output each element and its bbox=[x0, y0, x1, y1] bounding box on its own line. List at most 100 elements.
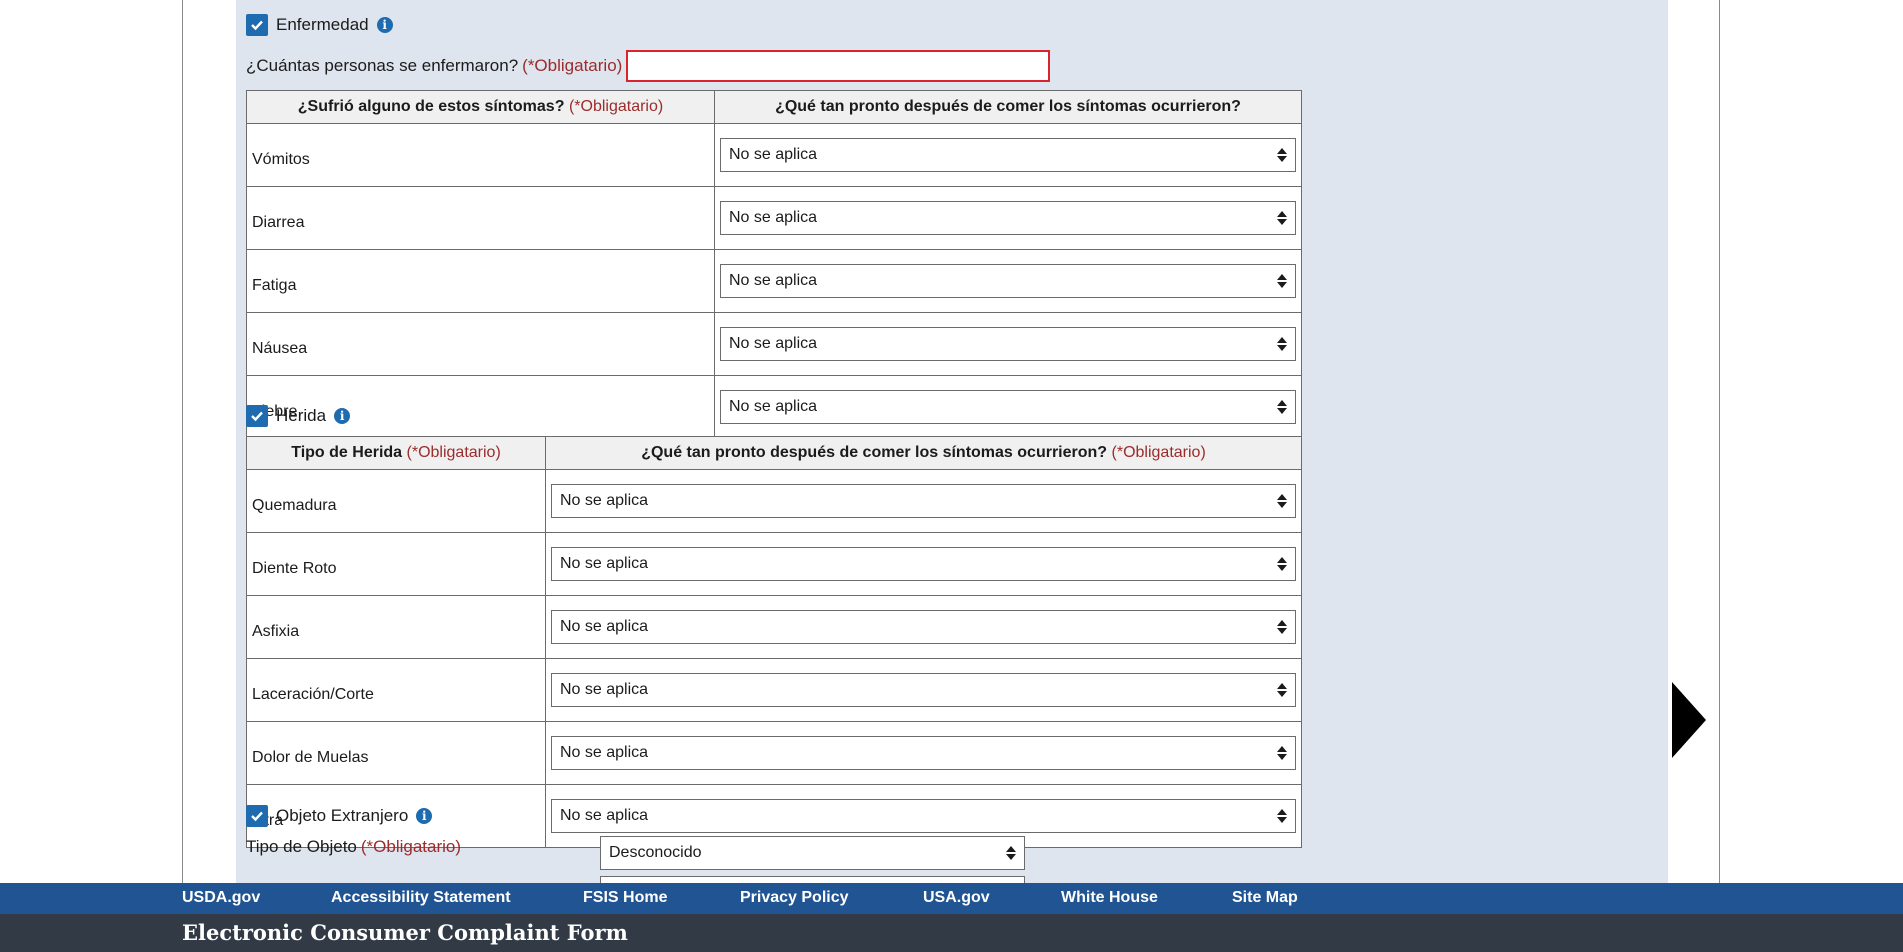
table-row: Dolor de Muelas No se aplica bbox=[246, 721, 1302, 785]
row-label: Diarrea bbox=[246, 186, 715, 250]
row-select-cell: No se aplica bbox=[545, 469, 1302, 533]
checkmark-icon bbox=[251, 20, 263, 31]
select-arrows-icon bbox=[1006, 846, 1016, 860]
row-select-cell: No se aplica bbox=[714, 123, 1302, 187]
timing-select[interactable]: No se aplica bbox=[720, 201, 1296, 235]
timing-header: ¿Qué tan pronto después de comer los sín… bbox=[714, 90, 1302, 124]
timing-select-value: No se aplica bbox=[560, 555, 649, 572]
select-arrows-icon bbox=[1277, 809, 1287, 823]
row-label: Vómitos bbox=[246, 123, 715, 187]
row-select-cell: No se aplica bbox=[714, 375, 1302, 439]
timing-select-value: No se aplica bbox=[729, 146, 818, 163]
table-row: Fiebre No se aplica bbox=[246, 375, 1302, 439]
timing-select[interactable]: No se aplica bbox=[551, 799, 1296, 833]
injury-checkbox[interactable] bbox=[246, 405, 268, 427]
foreign-object-checkbox[interactable] bbox=[246, 805, 268, 827]
row-label: Dolor de Muelas bbox=[246, 721, 546, 785]
people-sick-input[interactable] bbox=[626, 50, 1051, 82]
row-select-cell: No se aplica bbox=[714, 186, 1302, 250]
footer-title: Electronic Consumer Complaint Form bbox=[182, 920, 628, 945]
timing-select[interactable]: No se aplica bbox=[720, 390, 1296, 424]
timing-select-value: No se aplica bbox=[560, 744, 649, 761]
table-row: Quemadura No se aplica bbox=[246, 469, 1302, 533]
table-row: Vómitos No se aplica bbox=[246, 123, 1302, 187]
timing-select-value: No se aplica bbox=[729, 335, 818, 352]
row-select-cell: No se aplica bbox=[545, 595, 1302, 659]
injury-timing-header: ¿Qué tan pronto después de comer los sín… bbox=[545, 436, 1302, 470]
timing-select[interactable]: No se aplica bbox=[551, 547, 1296, 581]
table-row: Diente Roto No se aplica bbox=[246, 532, 1302, 596]
injury-label: Herida bbox=[276, 406, 327, 425]
timing-select-value: No se aplica bbox=[560, 807, 649, 824]
timing-select-value: No se aplica bbox=[729, 209, 818, 226]
required-marker: (*Obligatario) bbox=[360, 837, 462, 856]
footer-link-privacy[interactable]: Privacy Policy bbox=[740, 889, 849, 907]
select-arrows-icon bbox=[1277, 400, 1287, 414]
symptoms-table: ¿Sufrió alguno de estos síntomas? (*Obli… bbox=[246, 90, 1302, 439]
row-label: Náusea bbox=[246, 312, 715, 376]
select-arrows-icon bbox=[1277, 620, 1287, 634]
illness-checkbox[interactable] bbox=[246, 14, 268, 36]
row-select-cell: No se aplica bbox=[545, 658, 1302, 722]
timing-select[interactable]: No se aplica bbox=[551, 673, 1296, 707]
row-select-cell: No se aplica bbox=[714, 312, 1302, 376]
checkmark-icon bbox=[251, 811, 263, 822]
select-arrows-icon bbox=[1277, 494, 1287, 508]
select-arrows-icon bbox=[1277, 148, 1287, 162]
checkmark-icon bbox=[251, 411, 263, 422]
select-arrows-icon bbox=[1277, 557, 1287, 571]
symptoms-header: ¿Sufrió alguno de estos síntomas? (*Obli… bbox=[246, 90, 715, 124]
info-icon[interactable]: i bbox=[416, 808, 433, 824]
foreign-object-label: Objeto Extranjero bbox=[276, 806, 409, 825]
timing-select[interactable]: No se aplica bbox=[720, 327, 1296, 361]
next-arrow-icon[interactable] bbox=[1672, 682, 1706, 758]
illness-label: Enfermedad bbox=[276, 15, 369, 34]
timing-select[interactable]: No se aplica bbox=[551, 610, 1296, 644]
select-arrows-icon bbox=[1277, 746, 1287, 760]
next-select-partial[interactable] bbox=[600, 876, 1025, 883]
footer-link-whitehouse[interactable]: White House bbox=[1061, 889, 1158, 907]
row-select-cell: No se aplica bbox=[545, 532, 1302, 596]
people-sick-label: ¿Cuántas personas se enfermaron? bbox=[246, 56, 519, 75]
timing-select-value: No se aplica bbox=[560, 492, 649, 509]
timing-select-value: No se aplica bbox=[729, 272, 818, 289]
timing-select[interactable]: No se aplica bbox=[551, 736, 1296, 770]
info-icon[interactable]: i bbox=[376, 17, 393, 33]
row-label: Quemadura bbox=[246, 469, 546, 533]
required-marker: (*Obligatario) bbox=[522, 56, 623, 75]
row-label: Asfixia bbox=[246, 595, 546, 659]
object-type-value: Desconocido bbox=[609, 844, 702, 861]
info-icon[interactable]: i bbox=[334, 408, 351, 424]
footer-link-usda[interactable]: USDA.gov bbox=[182, 889, 260, 907]
illness-checkbox-row[interactable]: Enfermedad i bbox=[246, 14, 393, 36]
timing-select[interactable]: No se aplica bbox=[720, 138, 1296, 172]
timing-select[interactable]: No se aplica bbox=[720, 264, 1296, 298]
foreign-object-checkbox-row[interactable]: Objeto Extranjero i bbox=[246, 805, 433, 827]
select-arrows-icon bbox=[1277, 683, 1287, 697]
select-arrows-icon bbox=[1277, 337, 1287, 351]
row-label: Laceración/Corte bbox=[246, 658, 546, 722]
footer-link-fsis[interactable]: FSIS Home bbox=[583, 889, 667, 907]
table-row: Laceración/Corte No se aplica bbox=[246, 658, 1302, 722]
row-select-cell: No se aplica bbox=[545, 721, 1302, 785]
table-row: Asfixia No se aplica bbox=[246, 595, 1302, 659]
footer-nav: USDA.gov Accessibility Statement FSIS Ho… bbox=[0, 883, 1903, 914]
timing-select-value: No se aplica bbox=[560, 681, 649, 698]
timing-select[interactable]: No se aplica bbox=[551, 484, 1296, 518]
row-label: Fatiga bbox=[246, 249, 715, 313]
object-type-row: Tipo de Objeto (*Obligatario) bbox=[246, 837, 461, 857]
object-type-select[interactable]: Desconocido bbox=[600, 836, 1025, 870]
injury-table: Tipo de Herida (*Obligatario) ¿Qué tan p… bbox=[246, 436, 1302, 848]
row-select-cell: No se aplica bbox=[714, 249, 1302, 313]
footer-link-accessibility[interactable]: Accessibility Statement bbox=[331, 889, 511, 907]
footer-link-usagov[interactable]: USA.gov bbox=[923, 889, 990, 907]
injury-checkbox-row[interactable]: Herida i bbox=[246, 405, 351, 427]
footer-link-sitemap[interactable]: Site Map bbox=[1232, 889, 1298, 907]
object-type-label: Tipo de Objeto bbox=[246, 837, 357, 856]
select-arrows-icon bbox=[1277, 274, 1287, 288]
injury-type-header: Tipo de Herida (*Obligatario) bbox=[246, 436, 546, 470]
timing-select-value: No se aplica bbox=[729, 398, 818, 415]
timing-select-value: No se aplica bbox=[560, 618, 649, 635]
table-row: Náusea No se aplica bbox=[246, 312, 1302, 376]
table-row: Diarrea No se aplica bbox=[246, 186, 1302, 250]
